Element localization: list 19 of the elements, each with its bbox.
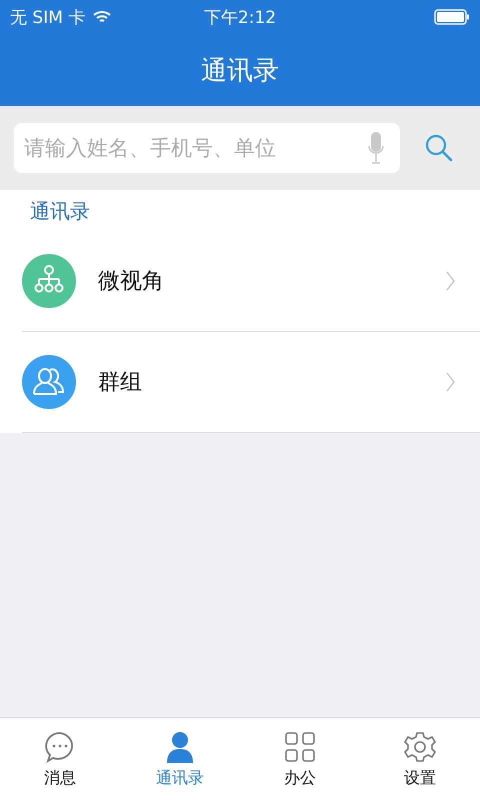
search-field[interactable]: 请输入姓名、手机号、单位 xyxy=(14,123,400,173)
carrier-text: 无 SIM 卡 xyxy=(10,6,86,28)
tab[interactable]: 办公 xyxy=(240,718,360,800)
list-item[interactable]: 群组 xyxy=(22,332,480,433)
list-item[interactable]: 微视角 xyxy=(22,231,480,332)
chevron-right-icon xyxy=(446,372,456,392)
wifi-icon xyxy=(93,10,112,24)
microphone-icon[interactable] xyxy=(368,131,384,165)
section-title: 通讯录 xyxy=(29,198,91,225)
tab[interactable]: 消息 xyxy=(0,718,120,800)
search-icon[interactable] xyxy=(424,133,454,163)
tab[interactable]: 设置 xyxy=(360,718,480,800)
battery-icon xyxy=(434,9,470,25)
grid-icon xyxy=(283,730,317,764)
status-time: 下午2:12 xyxy=(204,6,276,28)
page-title: 通讯录 xyxy=(201,54,279,88)
tab[interactable]: 通讯录 xyxy=(120,718,240,800)
gear-icon xyxy=(403,730,437,764)
chevron-right-icon xyxy=(446,271,456,291)
